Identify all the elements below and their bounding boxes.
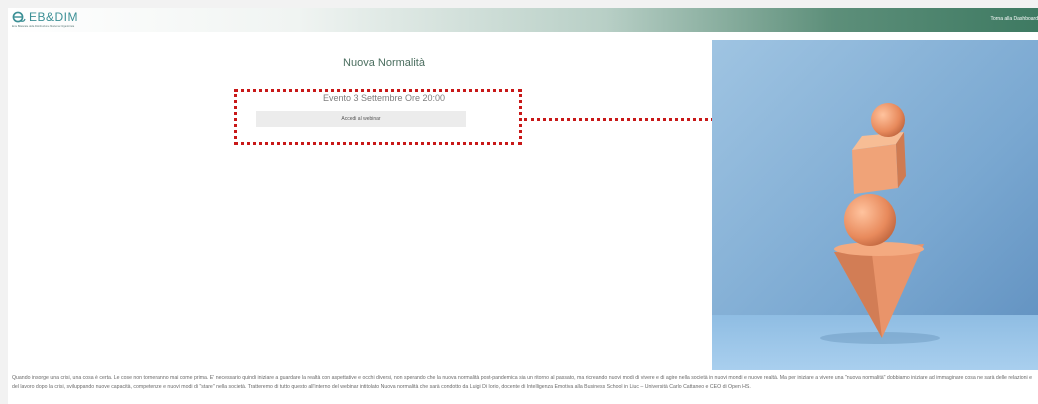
logo-mark-icon bbox=[12, 11, 26, 23]
page: EB&DIM Ente Bilaterale della Distribuzio… bbox=[8, 8, 1038, 404]
event-title: Nuova Normalità bbox=[343, 57, 425, 69]
balanced-shapes-illustration bbox=[712, 40, 1038, 370]
event-description: Quando insorge una crisi, una cosa è cer… bbox=[12, 375, 1032, 390]
top-bar: EB&DIM Ente Bilaterale della Distribuzio… bbox=[8, 8, 1038, 32]
logo-text: EB&DIM bbox=[29, 10, 79, 24]
logo-tagline: Ente Bilaterale della Distribuzione Mode… bbox=[12, 25, 75, 28]
hero-image bbox=[712, 40, 1038, 370]
annotation-highlight-box bbox=[234, 89, 522, 145]
back-to-dashboard-link[interactable]: Torna alla Dashboard bbox=[990, 16, 1038, 22]
